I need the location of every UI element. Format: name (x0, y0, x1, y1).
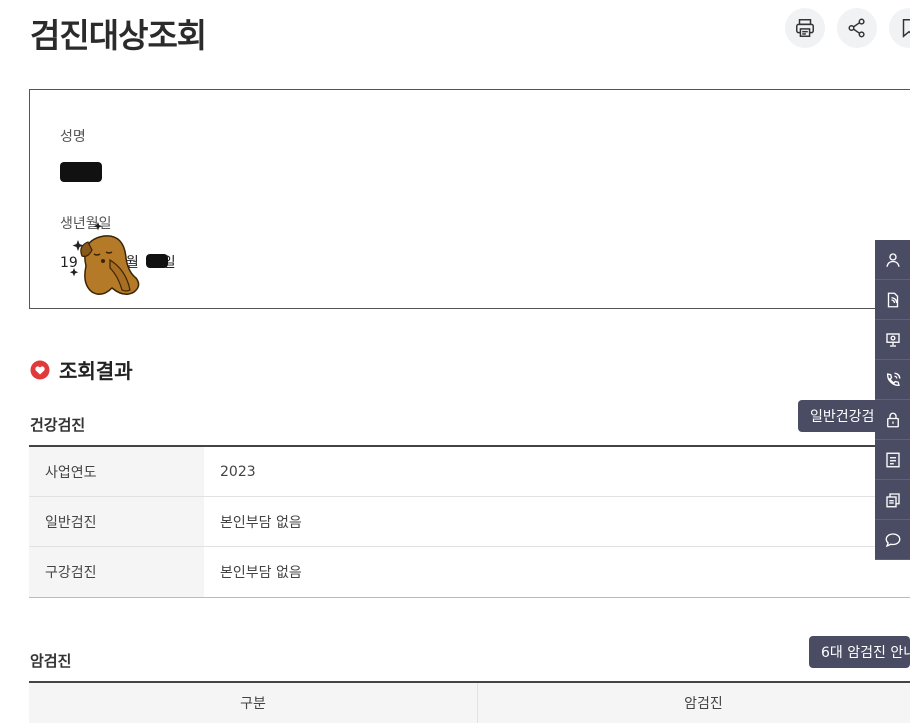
health-check-table: 사업연도 2023 일반검진 본인부담 없음 구강검진 본인부담 없음 (29, 445, 910, 598)
document-icon (887, 292, 898, 307)
results-section-title: 조회결과 (30, 355, 133, 384)
cancer-check-table: 구분 암검진 (29, 681, 910, 723)
table-row: 일반검진 본인부담 없음 (29, 497, 910, 547)
table-row: 사업연도 2023 (29, 447, 910, 497)
heart-badge-icon (30, 360, 50, 379)
quick-menu-item-monitor[interactable] (875, 320, 910, 360)
bookmark-button[interactable] (889, 8, 910, 48)
results-title: 조회결과 (59, 359, 133, 383)
lock-icon (886, 412, 899, 427)
column-header-category: 구분 (29, 683, 478, 723)
print-icon (796, 19, 814, 37)
chat-icon (885, 532, 900, 547)
name-label: 성명 (60, 129, 86, 145)
person-icon (885, 252, 900, 267)
character-sticker-image (69, 222, 140, 295)
quick-menu-item-copy[interactable] (875, 480, 910, 520)
share-button[interactable] (837, 8, 877, 48)
column-header-cancer: 암검진 (478, 683, 910, 723)
copy-icon (885, 492, 900, 507)
row-value: 본인부담 없음 (220, 565, 302, 581)
row-value: 본인부담 없음 (220, 514, 302, 531)
person-info-box: 성명 생년월일 19 월 일 (29, 89, 910, 309)
cancer-guide-button[interactable]: 6대 암검진 안내 (809, 636, 910, 668)
row-value: 2023 (220, 463, 256, 480)
row-key: 사업연도 (29, 447, 204, 496)
print-button[interactable] (785, 8, 825, 48)
bookmark-icon (902, 19, 910, 38)
quick-menu-item-person[interactable] (875, 240, 910, 280)
phone-icon (886, 372, 900, 386)
name-redacted (60, 162, 102, 182)
quick-menu (875, 240, 910, 560)
quick-menu-item-lock[interactable] (875, 400, 910, 440)
list-icon (885, 452, 900, 467)
page-title: 검진대상조회 (30, 16, 207, 55)
quick-menu-item-list[interactable] (875, 440, 910, 480)
share-icon (848, 18, 865, 38)
monitor-icon (885, 332, 900, 347)
health-check-title: 건강검진 (30, 416, 86, 434)
cancer-check-title: 암검진 (30, 652, 72, 670)
quick-menu-item-phone[interactable] (875, 360, 910, 400)
quick-menu-item-document[interactable] (875, 280, 910, 320)
row-key: 구강검진 (29, 547, 204, 597)
quick-menu-item-chat[interactable] (875, 520, 910, 560)
table-row: 구강검진 본인부담 없음 (29, 547, 910, 597)
birth-day-redacted (146, 254, 168, 268)
row-key: 일반검진 (29, 497, 204, 546)
